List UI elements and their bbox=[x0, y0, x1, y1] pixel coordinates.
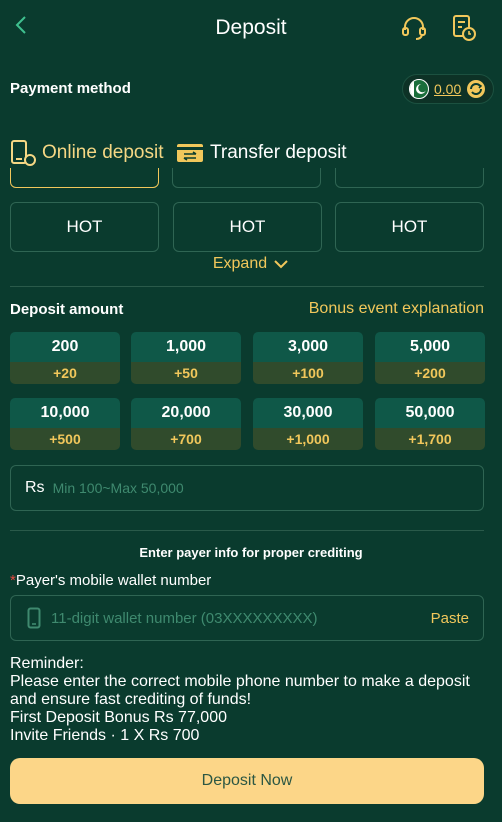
chevron-down-icon bbox=[274, 260, 288, 269]
amount-option[interactable]: 1,000 +50 bbox=[131, 332, 241, 384]
wallet-number-label: *Payer's mobile wallet number bbox=[10, 572, 211, 589]
headset-icon bbox=[402, 17, 426, 40]
refresh-icon[interactable] bbox=[466, 79, 486, 99]
card-transfer-icon bbox=[177, 144, 203, 162]
method-grid: HOT HOT HOT bbox=[10, 202, 484, 252]
tab-online-deposit[interactable]: Online deposit bbox=[10, 138, 163, 168]
deposit-amount-row: Deposit amount Bonus event explanation bbox=[10, 300, 484, 322]
balance-pill[interactable]: 0.00 bbox=[402, 74, 494, 104]
amount-input[interactable] bbox=[52, 480, 373, 496]
currency-label: Rs bbox=[25, 479, 45, 496]
support-button[interactable] bbox=[401, 15, 427, 41]
document-clock-icon bbox=[453, 15, 476, 41]
amount-bonus: +20 bbox=[10, 362, 120, 384]
reminder-line: Invite Friends · 1 X Rs 700 bbox=[10, 727, 200, 744]
payment-method-row: Payment method 0.00 bbox=[10, 74, 494, 104]
amount-option[interactable]: 200 +20 bbox=[10, 332, 120, 384]
amount-value: 1,000 bbox=[131, 332, 241, 362]
tab-transfer-label: Transfer deposit bbox=[210, 142, 347, 163]
amount-option[interactable]: 5,000 +200 bbox=[375, 332, 485, 384]
amount-value: 3,000 bbox=[253, 332, 363, 362]
tab-online-label: Online deposit bbox=[42, 142, 164, 163]
amount-value: 30,000 bbox=[253, 398, 363, 428]
phone-icon bbox=[11, 140, 36, 166]
header: Deposit bbox=[0, 0, 502, 56]
history-button[interactable] bbox=[451, 14, 477, 42]
pakistan-flag-icon bbox=[409, 79, 429, 99]
deposit-now-button[interactable]: Deposit Now bbox=[10, 758, 484, 804]
reminder-line: and ensure fast crediting of funds! bbox=[10, 691, 252, 708]
wallet-number-input[interactable] bbox=[51, 610, 371, 626]
method-card-hot[interactable]: HOT bbox=[173, 202, 322, 252]
amount-bonus: +200 bbox=[375, 362, 485, 384]
reminder-line: Reminder: bbox=[10, 655, 84, 672]
method-card[interactable] bbox=[335, 168, 484, 188]
amount-option[interactable]: 50,000 +1,700 bbox=[375, 398, 485, 450]
amount-bonus: +700 bbox=[131, 428, 241, 450]
amount-bonus: +500 bbox=[10, 428, 120, 450]
wallet-label-text: Payer's mobile wallet number bbox=[15, 572, 212, 589]
expand-label: Expand bbox=[212, 255, 268, 272]
method-card-selected[interactable] bbox=[10, 168, 159, 188]
amount-bonus: +50 bbox=[131, 362, 241, 384]
mobile-icon bbox=[27, 607, 41, 629]
amount-value: 200 bbox=[10, 332, 120, 362]
amount-bonus: +100 bbox=[253, 362, 363, 384]
amount-field[interactable]: Rs bbox=[10, 465, 484, 511]
balance-value: 0.00 bbox=[434, 81, 462, 97]
payer-info-title: Enter payer info for proper crediting bbox=[139, 545, 363, 560]
tab-transfer-deposit[interactable]: Transfer deposit bbox=[176, 138, 347, 168]
deposit-tabs: Online deposit Transfer deposit bbox=[10, 138, 490, 168]
deposit-amount-label: Deposit amount bbox=[10, 301, 124, 318]
bonus-explanation-link[interactable]: Bonus event explanation bbox=[309, 300, 484, 318]
wallet-field[interactable]: Paste bbox=[10, 595, 484, 641]
reminder-line: Please enter the correct mobile phone nu… bbox=[10, 673, 470, 690]
reminder-line: First Deposit Bonus Rs 77,000 bbox=[10, 709, 227, 726]
divider bbox=[10, 530, 484, 531]
amount-value: 5,000 bbox=[375, 332, 485, 362]
amount-value: 10,000 bbox=[10, 398, 120, 428]
method-card-hot[interactable]: HOT bbox=[10, 202, 159, 252]
method-card-hot[interactable]: HOT bbox=[335, 202, 484, 252]
amount-option[interactable]: 20,000 +700 bbox=[131, 398, 241, 450]
expand-button[interactable]: Expand bbox=[0, 255, 502, 273]
method-card[interactable] bbox=[172, 168, 321, 188]
amount-bonus: +1,700 bbox=[375, 428, 485, 450]
amount-value: 20,000 bbox=[131, 398, 241, 428]
amount-option[interactable]: 3,000 +100 bbox=[253, 332, 363, 384]
paste-button[interactable]: Paste bbox=[431, 610, 469, 627]
reminder-text: Reminder: Please enter the correct mobil… bbox=[10, 655, 494, 745]
payment-method-label: Payment method bbox=[10, 80, 131, 97]
amount-option[interactable]: 10,000 +500 bbox=[10, 398, 120, 450]
amount-value: 50,000 bbox=[375, 398, 485, 428]
amount-bonus: +1,000 bbox=[253, 428, 363, 450]
method-strip bbox=[10, 168, 484, 190]
amount-option[interactable]: 30,000 +1,000 bbox=[253, 398, 363, 450]
divider bbox=[10, 286, 484, 287]
